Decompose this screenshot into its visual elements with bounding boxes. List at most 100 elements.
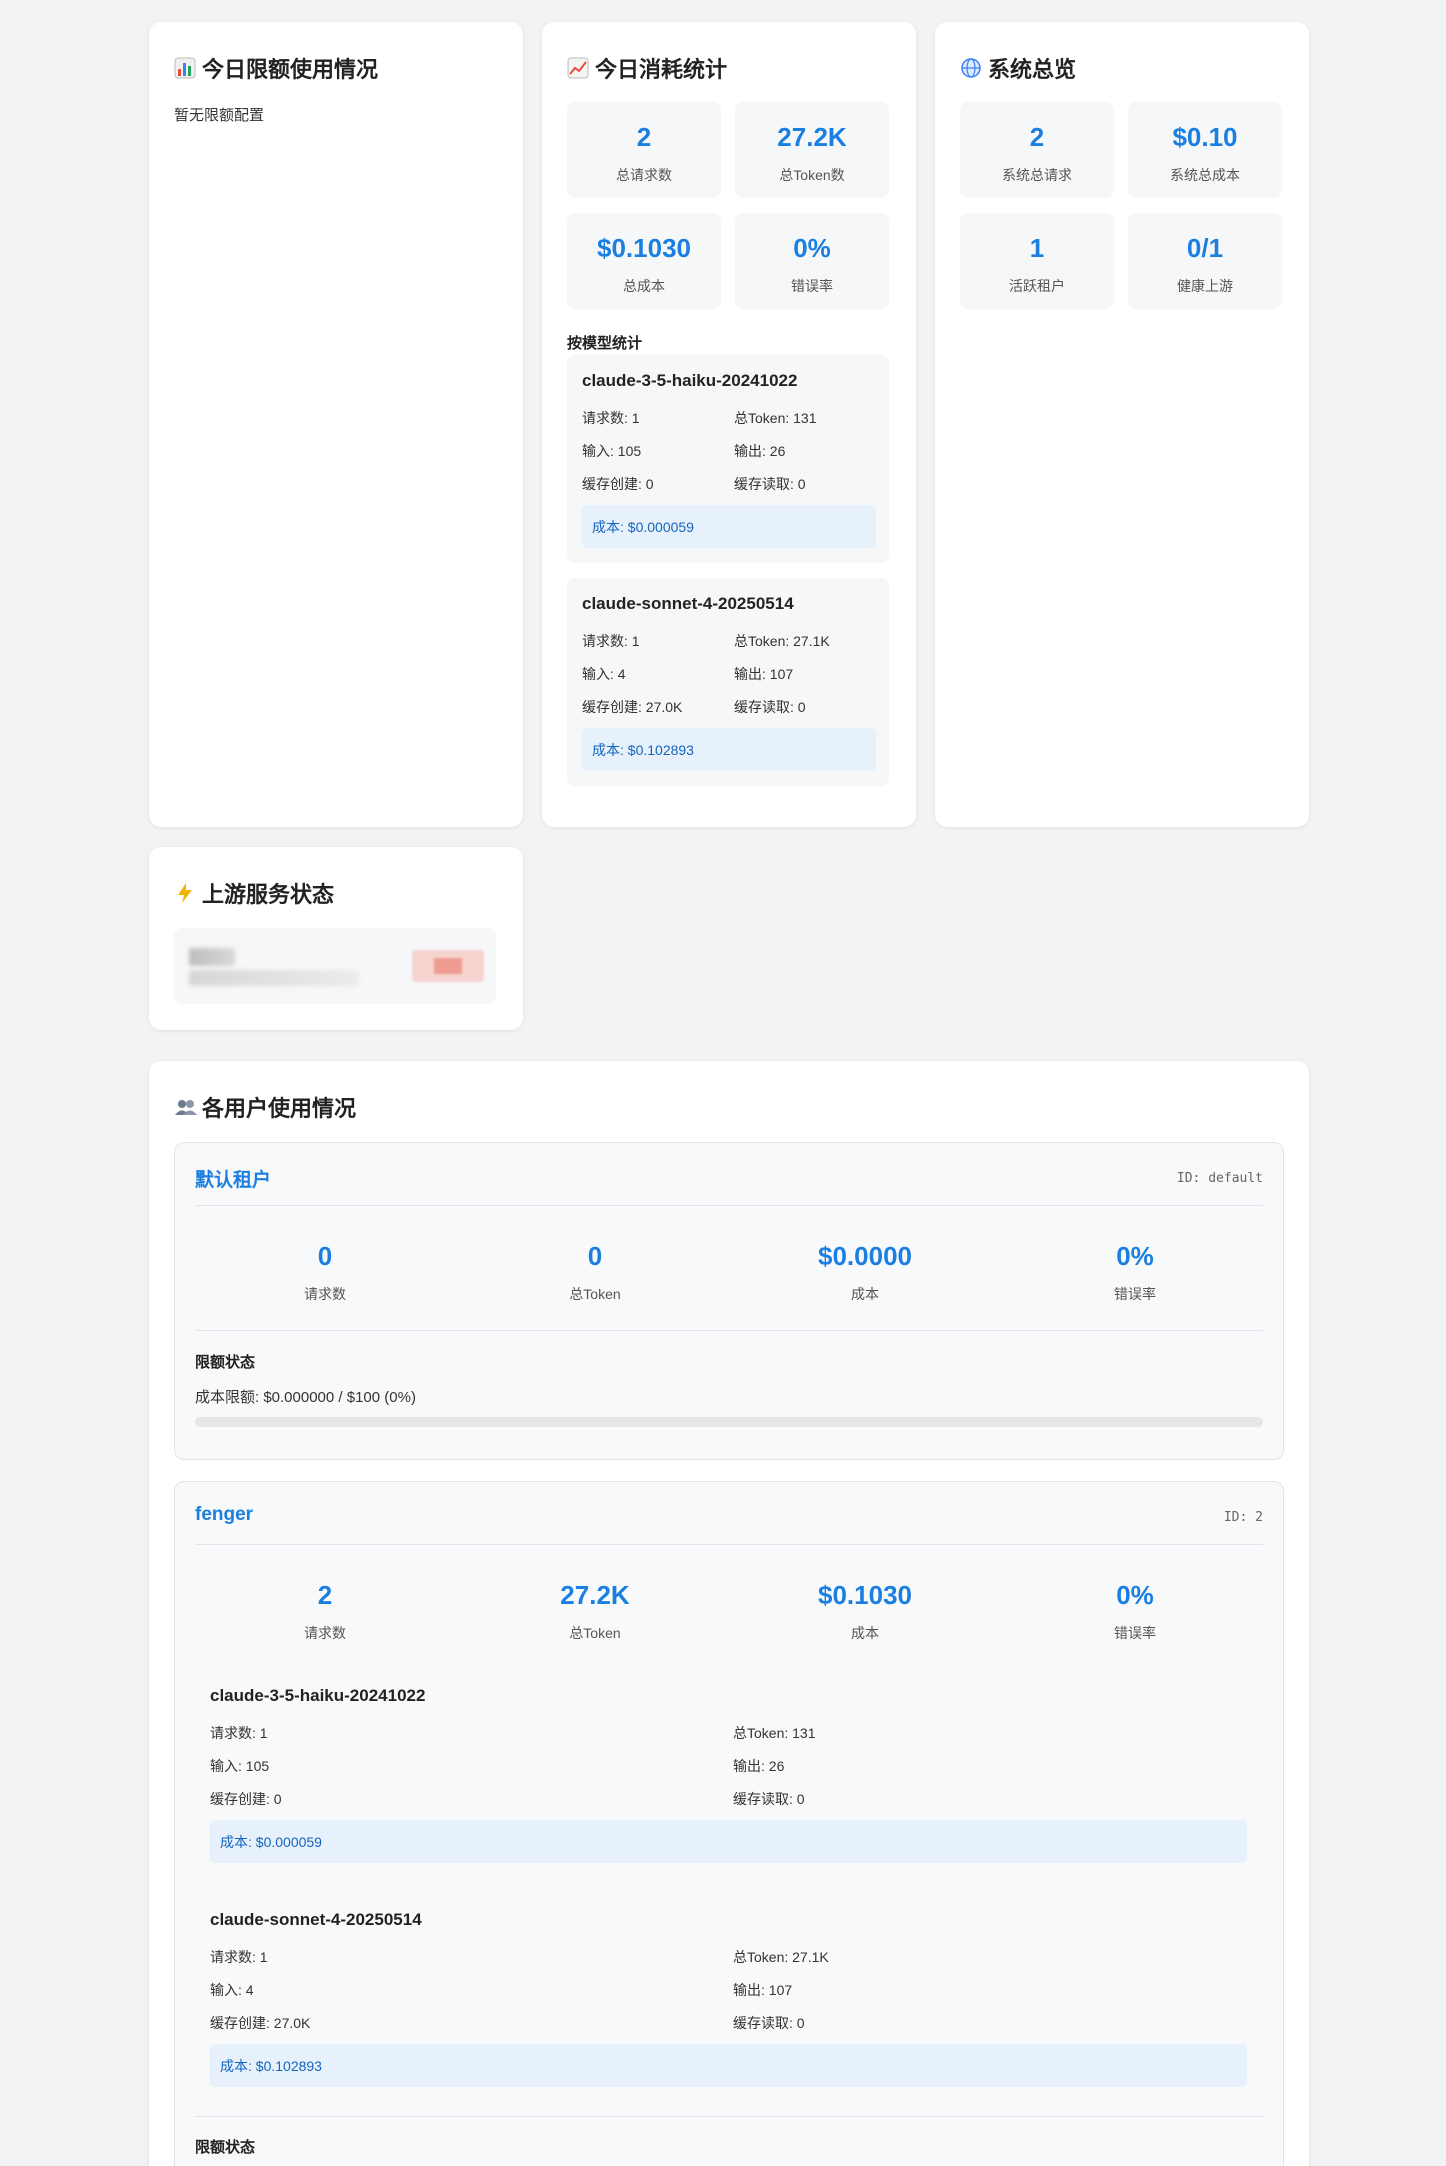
stat-label: 请求数 <box>304 1625 346 1641</box>
stat-value: $0.1030 <box>597 233 691 263</box>
stat-label: 总成本 <box>623 278 665 294</box>
trend-chart-icon <box>567 57 589 79</box>
stat-label: 错误率 <box>1114 1286 1156 1302</box>
model-cost: 成本: $0.102893 <box>582 728 876 771</box>
model-cost: 成本: $0.000059 <box>582 505 876 548</box>
divider <box>195 1544 1263 1545</box>
stat-label: 总请求数 <box>616 167 672 183</box>
model-output: 输出: 26 <box>734 443 786 459</box>
model-requests: 请求数: 1 <box>210 1949 268 1965</box>
model-total-tokens: 总Token: 131 <box>734 410 817 426</box>
quota-heading: 限额状态 <box>195 2139 256 2156</box>
system-card-title-text: 系统总览 <box>988 57 1077 82</box>
model-cache-create: 缓存创建: 27.0K <box>582 699 683 715</box>
user-name: 默认租户 <box>195 1170 272 1191</box>
by-model-heading: 按模型统计 <box>567 335 643 352</box>
model-cache-read: 缓存读取: 0 <box>734 476 806 492</box>
model-output: 输出: 107 <box>733 1982 793 1998</box>
model-input: 输入: 4 <box>210 1982 254 1998</box>
redacted-status-badge <box>412 950 484 982</box>
model-input: 输入: 4 <box>582 666 626 682</box>
stat-label: 总Token <box>569 1625 621 1641</box>
quota-card: 今日限额使用情况 暂无限额配置 <box>149 22 523 827</box>
stat-value: $0.0000 <box>818 1241 912 1271</box>
model-cache-read: 缓存读取: 0 <box>734 699 806 715</box>
user-name: fenger <box>195 1504 254 1525</box>
stat-value: 2 <box>317 1580 333 1610</box>
model-total-tokens: 总Token: 27.1K <box>733 1949 829 1965</box>
quota-card-title-text: 今日限额使用情况 <box>202 57 379 82</box>
divider <box>195 1205 1263 1206</box>
stat-label: 总Token <box>569 1286 621 1302</box>
users-card-title-text: 各用户使用情况 <box>202 1096 357 1121</box>
model-name: claude-sonnet-4-20250514 <box>582 594 794 613</box>
stat-value: 0% <box>1116 1241 1154 1271</box>
bar-chart-icon <box>174 57 196 79</box>
stat-system-cost: $0.10 系统总成本 <box>1128 102 1282 198</box>
globe-icon <box>960 57 982 79</box>
stat-value: 1 <box>1029 233 1045 263</box>
model-cache-create: 缓存创建: 27.0K <box>210 2015 311 2031</box>
users-card-title: 各用户使用情况 <box>174 1091 356 1123</box>
stat-value: 0% <box>793 233 831 263</box>
user-stat-cost: $0.0000 成本 <box>735 1241 995 1304</box>
model-name: claude-3-5-haiku-20241022 <box>210 1686 426 1705</box>
users-icon <box>174 1096 197 1118</box>
system-card: 系统总览 2 系统总请求 $0.10 系统总成本 1 活跃租户 0/1 健康上游 <box>935 22 1309 827</box>
stat-value: 0/1 <box>1186 233 1224 263</box>
upstream-item[interactable] <box>174 928 496 1004</box>
model-cache-read: 缓存读取: 0 <box>733 1791 805 1807</box>
quota-card-title: 今日限额使用情况 <box>174 52 378 84</box>
consumption-card-title-text: 今日消耗统计 <box>595 57 728 82</box>
divider <box>195 2116 1263 2117</box>
quota-empty-text: 暂无限额配置 <box>174 107 265 124</box>
model-input: 输入: 105 <box>210 1758 270 1774</box>
upstream-card-title-text: 上游服务状态 <box>202 882 335 907</box>
stat-label: 错误率 <box>1114 1625 1156 1641</box>
user-stat-tokens: 0 总Token <box>465 1241 725 1304</box>
model-requests: 请求数: 1 <box>210 1725 268 1741</box>
model-cache-read: 缓存读取: 0 <box>733 2015 805 2031</box>
stat-value: 27.2K <box>560 1580 630 1610</box>
stat-value: $0.10 <box>1172 122 1238 152</box>
user-model-block: claude-sonnet-4-20250514 请求数: 1 总Token: … <box>195 1892 1265 2102</box>
user-stat-cost: $0.1030 成本 <box>735 1580 995 1643</box>
stat-label: 成本 <box>851 1286 879 1302</box>
stat-label: 成本 <box>851 1625 879 1641</box>
model-card: claude-3-5-haiku-20241022 请求数: 1 总Token:… <box>567 355 889 563</box>
stat-total-cost: $0.1030 总成本 <box>567 213 721 309</box>
model-cost: 成本: $0.000059 <box>210 1820 1247 1863</box>
quota-progress-bar <box>195 1417 1263 1427</box>
user-stat-error-rate: 0% 错误率 <box>1005 1580 1265 1643</box>
stat-system-requests: 2 系统总请求 <box>960 102 1114 198</box>
upstream-card-title: 上游服务状态 <box>174 877 334 909</box>
model-cache-create: 缓存创建: 0 <box>582 476 654 492</box>
user-stat-tokens: 27.2K 总Token <box>465 1580 725 1643</box>
model-requests: 请求数: 1 <box>582 633 640 649</box>
stat-value: 0 <box>317 1241 333 1271</box>
user-stat-requests: 2 请求数 <box>195 1580 455 1643</box>
stat-label: 总Token数 <box>779 167 845 183</box>
divider <box>195 1330 1263 1331</box>
user-stat-requests: 0 请求数 <box>195 1241 455 1304</box>
model-name: claude-sonnet-4-20250514 <box>210 1910 422 1929</box>
stat-value: 0 <box>587 1241 603 1271</box>
user-id: ID: default <box>1176 1171 1263 1186</box>
stat-value: 27.2K <box>777 122 847 152</box>
users-card: 各用户使用情况 默认租户 ID: default 0 请求数 0 总Token … <box>149 1061 1309 2166</box>
user-model-block: claude-3-5-haiku-20241022 请求数: 1 总Token:… <box>195 1668 1265 1878</box>
stat-active-tenants: 1 活跃租户 <box>960 213 1114 309</box>
stat-value: 2 <box>1029 122 1045 152</box>
stat-label: 请求数 <box>304 1286 346 1302</box>
model-input: 输入: 105 <box>582 443 642 459</box>
stat-total-tokens: 27.2K 总Token数 <box>735 102 889 198</box>
stat-label: 活跃租户 <box>1009 278 1065 294</box>
model-total-tokens: 总Token: 27.1K <box>734 633 830 649</box>
quota-text: 成本限额: $0.000000 / $100 (0%) <box>195 1389 416 1406</box>
stat-healthy-upstreams: 0/1 健康上游 <box>1128 213 1282 309</box>
model-total-tokens: 总Token: 131 <box>733 1725 816 1741</box>
redacted-upstream-name <box>189 948 235 966</box>
stat-error-rate: 0% 错误率 <box>735 213 889 309</box>
stat-value: 0% <box>1116 1580 1154 1610</box>
stat-label: 系统总成本 <box>1170 167 1240 183</box>
